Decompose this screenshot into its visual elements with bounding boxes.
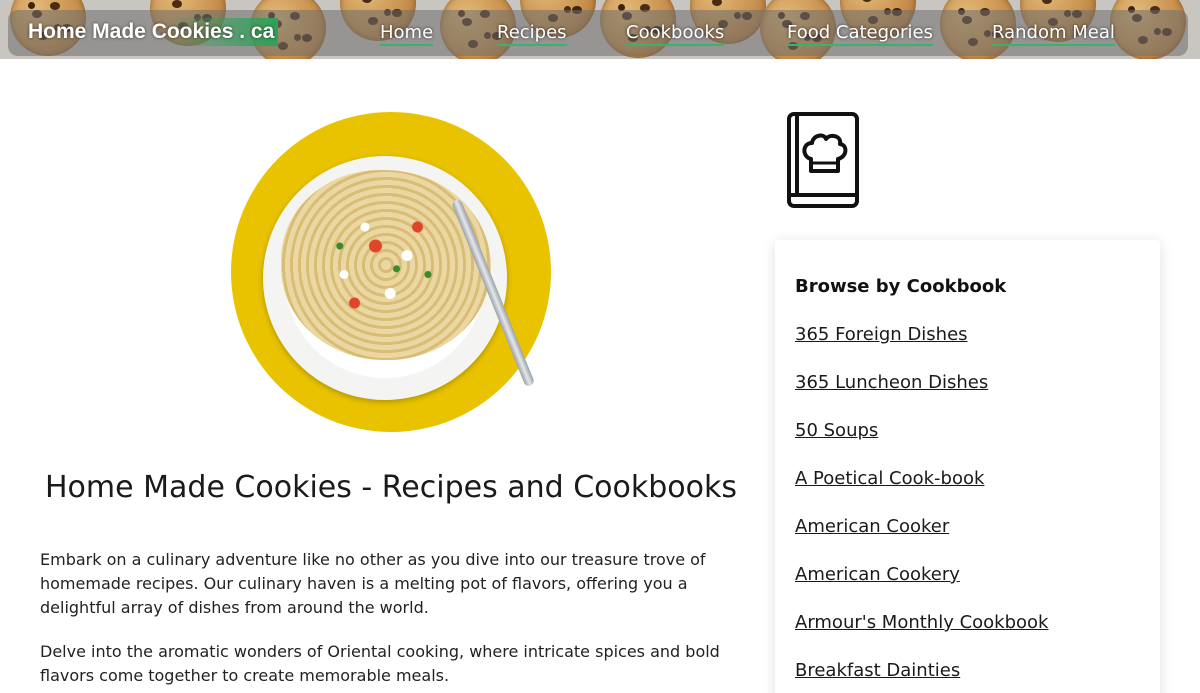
brand-logo-link[interactable]: Home Made Cookies . ca bbox=[28, 18, 279, 46]
cookbook-link[interactable]: 365 Foreign Dishes bbox=[795, 324, 968, 345]
cookbook-link[interactable]: A Poetical Cook-book bbox=[795, 468, 984, 489]
nav-cookbooks[interactable]: Cookbooks bbox=[626, 22, 725, 46]
cookbook-link[interactable]: American Cookery bbox=[795, 564, 960, 585]
cookbook-link[interactable]: 50 Soups bbox=[795, 420, 878, 441]
sidebar-heading: Browse by Cookbook bbox=[795, 276, 1007, 297]
pasta-dish bbox=[281, 170, 491, 360]
intro-paragraph: Embark on a culinary adventure like no o… bbox=[40, 550, 706, 617]
main-navbar: Home Made Cookies . ca Home Recipes Cook… bbox=[8, 10, 1188, 56]
nav-food-categories[interactable]: Food Categories bbox=[787, 22, 933, 46]
cookbook-chef-hat-icon bbox=[787, 112, 859, 208]
intro-paragraph: Delve into the aromatic wonders of Orien… bbox=[40, 642, 720, 685]
cookbook-link[interactable]: American Cooker bbox=[795, 516, 949, 537]
hero-pasta-image bbox=[231, 112, 551, 432]
cookbook-link[interactable]: Armour's Monthly Cookbook bbox=[795, 612, 1049, 633]
nav-recipes[interactable]: Recipes bbox=[497, 22, 567, 46]
header-banner: Home Made Cookies . ca Home Recipes Cook… bbox=[0, 0, 1200, 59]
cookbook-link[interactable]: 365 Luncheon Dishes bbox=[795, 372, 988, 393]
nav-home[interactable]: Home bbox=[380, 22, 434, 46]
cookbook-sidebar: Browse by Cookbook 365 Foreign Dishes 36… bbox=[775, 240, 1160, 693]
page-title: Home Made Cookies - Recipes and Cookbook… bbox=[45, 470, 737, 505]
nav-random-meal[interactable]: Random Meal bbox=[992, 22, 1115, 46]
cookbook-link[interactable]: Breakfast Dainties bbox=[795, 660, 960, 681]
